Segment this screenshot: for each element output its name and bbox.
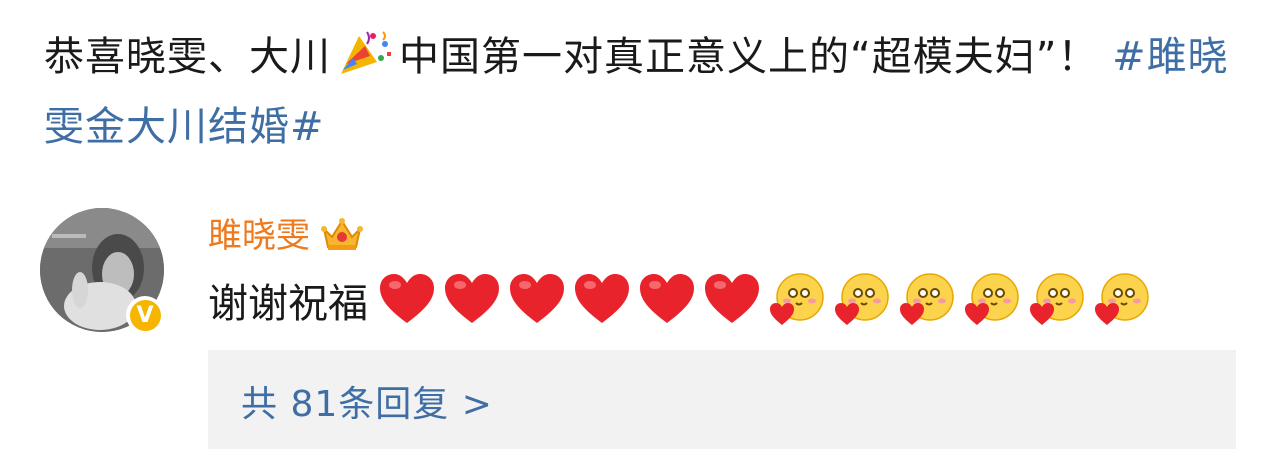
love-face-icon [768,271,826,329]
red-heart-icon [703,271,761,329]
love-face-icon [833,271,891,329]
love-face-icon [963,271,1021,329]
post-text-start: 恭喜晓雯、大川 [44,34,331,80]
commenter-row: 雎晓雯 [208,208,364,257]
love-face-icon [1028,271,1086,329]
verified-mark: V [129,299,161,331]
comment-content: 谢谢祝福 [208,268,1158,332]
crown-icon [320,213,364,253]
view-replies-link[interactable]: 共 81条回复 > [241,375,493,427]
commenter-username[interactable]: 雎晓雯 [208,208,310,257]
red-heart-icon [443,271,501,329]
red-heart-icon [378,271,436,329]
comment-text: 谢谢祝福 [208,281,368,327]
post-text-end: 中国第一对真正意义上的“超模夫妇”！ [399,34,1099,80]
verified-badge: V [126,296,164,334]
post-text: 恭喜晓雯、大川 中国第一对真正意义上的“超模夫妇”！ #雎晓雯金大川结婚# [44,22,1244,162]
party-popper-icon [337,28,393,78]
love-face-icon [1093,271,1151,329]
love-face-icon [898,271,956,329]
red-heart-icon [573,271,631,329]
replies-box: 共 81条回复 > [208,350,1236,449]
red-heart-icon [638,271,696,329]
red-heart-icon [508,271,566,329]
